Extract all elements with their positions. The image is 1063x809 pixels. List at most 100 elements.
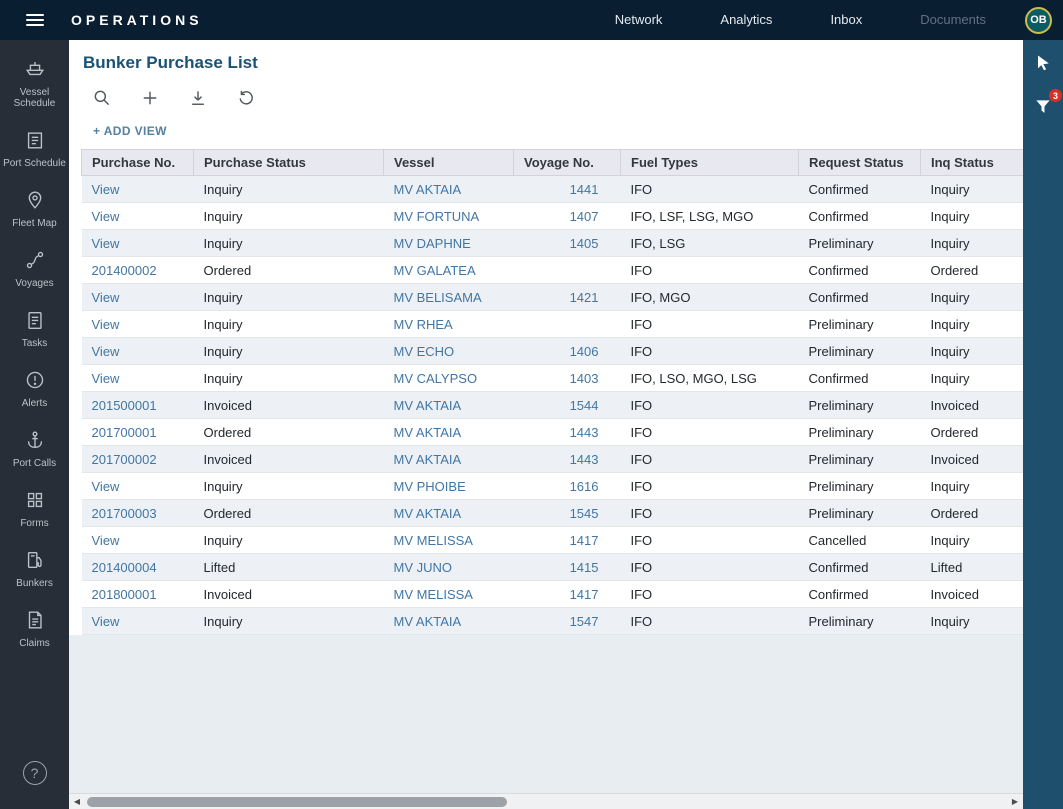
scroll-right-arrow[interactable]: ▶ — [1007, 794, 1023, 809]
voyage-no-link[interactable]: 1415 — [514, 554, 621, 581]
purchase-no-link[interactable]: View — [82, 473, 194, 500]
purchase-no-link[interactable]: 201400002 — [82, 257, 194, 284]
purchase-no-link[interactable]: 201500001 — [82, 392, 194, 419]
column-header[interactable]: Purchase Status — [194, 150, 384, 176]
vessel-link[interactable]: MV PHOIBE — [384, 473, 514, 500]
sidebar-item-forms[interactable]: Forms — [0, 480, 69, 540]
page-title: Bunker Purchase List — [83, 53, 1023, 73]
vessel-link[interactable]: MV FORTUNA — [384, 203, 514, 230]
vessel-link[interactable]: MV MELISSA — [384, 527, 514, 554]
vessel-link[interactable]: MV AKTAIA — [384, 176, 514, 203]
nav-item-inbox[interactable]: Inbox — [801, 0, 891, 40]
purchase-status-cell: Ordered — [194, 419, 384, 446]
sidebar-item-fleet-map[interactable]: Fleet Map — [0, 180, 69, 240]
purchase-no-link[interactable]: View — [82, 176, 194, 203]
inq-status-cell: Inquiry — [921, 311, 1024, 338]
column-header[interactable]: Fuel Types — [621, 150, 799, 176]
voyage-no-link[interactable]: 1547 — [514, 608, 621, 635]
sidebar-item-vessel-schedule[interactable]: Vessel Schedule — [0, 48, 69, 120]
nav-item-network[interactable]: Network — [586, 0, 692, 40]
vessel-link[interactable]: MV BELISAMA — [384, 284, 514, 311]
purchase-no-link[interactable]: View — [82, 608, 194, 635]
purchase-no-link[interactable]: View — [82, 284, 194, 311]
purchase-no-link[interactable]: 201700002 — [82, 446, 194, 473]
voyage-no-link[interactable]: 1443 — [514, 419, 621, 446]
column-header[interactable]: Request Status — [799, 150, 921, 176]
purchase-no-link[interactable]: 201400004 — [82, 554, 194, 581]
sidebar-item-voyages[interactable]: Voyages — [0, 240, 69, 300]
voyage-no-link[interactable]: 1616 — [514, 473, 621, 500]
purchase-no-link[interactable]: View — [82, 338, 194, 365]
vessel-link[interactable]: MV AKTAIA — [384, 608, 514, 635]
purchase-no-link[interactable]: View — [82, 311, 194, 338]
nav-item-analytics[interactable]: Analytics — [691, 0, 801, 40]
inq-status-cell: Ordered — [921, 419, 1024, 446]
column-header[interactable]: Inq Status — [921, 150, 1024, 176]
vessel-link[interactable]: MV AKTAIA — [384, 500, 514, 527]
voyage-no-link[interactable]: 1417 — [514, 527, 621, 554]
purchase-no-link[interactable]: View — [82, 230, 194, 257]
horizontal-scrollbar[interactable]: ◀ ▶ — [69, 793, 1023, 809]
vessel-link[interactable]: MV GALATEA — [384, 257, 514, 284]
voyage-no-link[interactable]: 1403 — [514, 365, 621, 392]
purchase-no-link[interactable]: 201800001 — [82, 581, 194, 608]
sidebar-item-alerts[interactable]: Alerts — [0, 360, 69, 420]
table-row: 201800001InvoicedMV MELISSA1417IFOConfir… — [82, 581, 1024, 608]
column-header[interactable]: Voyage No. — [514, 150, 621, 176]
fuel-types-cell: IFO — [621, 311, 799, 338]
fuel-types-cell: IFO, LSG — [621, 230, 799, 257]
voyage-no-link[interactable]: 1421 — [514, 284, 621, 311]
vessel-link[interactable]: MV AKTAIA — [384, 419, 514, 446]
purchase-no-link[interactable]: View — [82, 527, 194, 554]
user-avatar[interactable]: OB — [1025, 7, 1052, 34]
vessel-link[interactable]: MV ECHO — [384, 338, 514, 365]
column-header[interactable]: Vessel — [384, 150, 514, 176]
purchase-no-link[interactable]: View — [82, 203, 194, 230]
vessel-link[interactable]: MV AKTAIA — [384, 392, 514, 419]
column-header[interactable]: Purchase No. — [82, 150, 194, 176]
fuel-types-cell: IFO, LSO, MGO, LSG — [621, 365, 799, 392]
purchase-no-link[interactable]: 201700001 — [82, 419, 194, 446]
sidebar-help[interactable]: ? — [0, 752, 69, 795]
table-head-row: Purchase No.Purchase StatusVesselVoyage … — [82, 150, 1024, 176]
inq-status-cell: Lifted — [921, 554, 1024, 581]
vessel-link[interactable]: MV DAPHNE — [384, 230, 514, 257]
voyage-no-link[interactable]: 1545 — [514, 500, 621, 527]
sidebar-item-port-calls[interactable]: Port Calls — [0, 420, 69, 480]
purchase-status-cell: Inquiry — [194, 527, 384, 554]
scroll-left-arrow[interactable]: ◀ — [69, 794, 85, 809]
filter-icon[interactable]: 3 — [1030, 94, 1056, 120]
purchase-no-link[interactable]: 201700003 — [82, 500, 194, 527]
sidebar-item-bunkers[interactable]: Bunkers — [0, 540, 69, 600]
vessel-link[interactable]: MV JUNO — [384, 554, 514, 581]
vessel-link[interactable]: MV AKTAIA — [384, 446, 514, 473]
add-view-button[interactable]: + ADD VIEW — [83, 110, 1023, 149]
reset-icon[interactable] — [235, 87, 256, 108]
voyage-no-link[interactable]: 1443 — [514, 446, 621, 473]
nav-item-documents[interactable]: Documents — [891, 0, 1015, 40]
vessel-link[interactable]: MV CALYPSO — [384, 365, 514, 392]
voyage-no-link[interactable]: 1417 — [514, 581, 621, 608]
add-icon[interactable] — [139, 87, 160, 108]
sidebar-item-claims[interactable]: Claims — [0, 600, 69, 660]
sidebar-item-label: Fleet Map — [12, 218, 56, 230]
search-icon[interactable] — [91, 87, 112, 108]
voyage-no-link[interactable]: 1405 — [514, 230, 621, 257]
voyage-no-link[interactable]: 1406 — [514, 338, 621, 365]
sidebar-item-tasks[interactable]: Tasks — [0, 300, 69, 360]
sidebar-item-port-schedule[interactable]: Port Schedule — [0, 120, 69, 180]
table-body: ViewInquiryMV AKTAIA1441IFOConfirmedInqu… — [82, 176, 1024, 635]
voyage-no-link[interactable]: 1544 — [514, 392, 621, 419]
menu-icon[interactable] — [0, 14, 69, 26]
voyage-no-link[interactable]: 1407 — [514, 203, 621, 230]
help-icon[interactable]: ? — [23, 761, 47, 785]
sidebar-item-label: Port Calls — [13, 458, 56, 470]
scrollbar-thumb[interactable] — [87, 797, 507, 807]
voyage-no-link[interactable]: 1441 — [514, 176, 621, 203]
cursor-icon[interactable] — [1030, 50, 1056, 76]
vessel-link[interactable]: MV MELISSA — [384, 581, 514, 608]
download-icon[interactable] — [187, 87, 208, 108]
inq-status-cell: Invoiced — [921, 581, 1024, 608]
purchase-no-link[interactable]: View — [82, 365, 194, 392]
vessel-link[interactable]: MV RHEA — [384, 311, 514, 338]
